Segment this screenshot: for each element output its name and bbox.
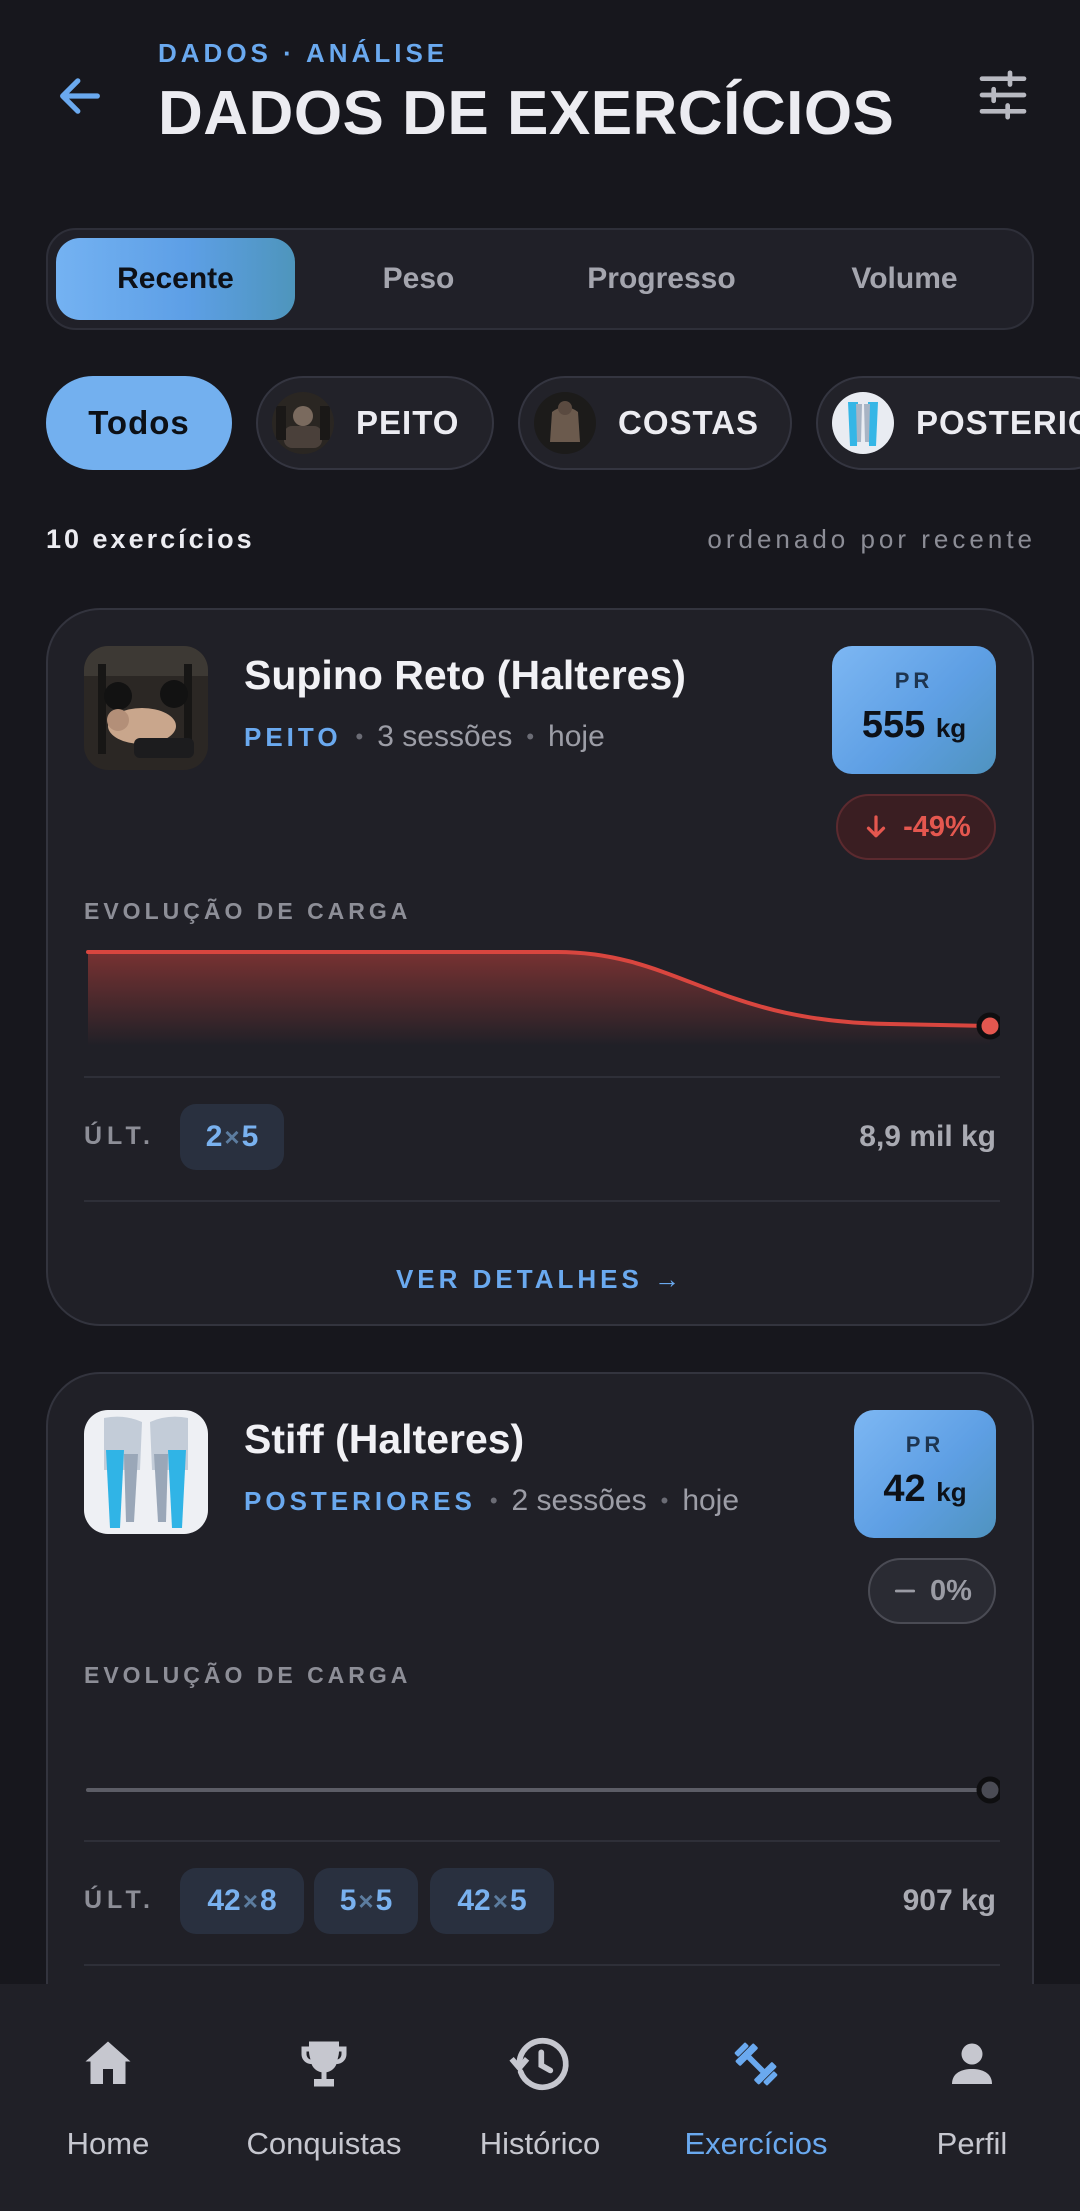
change-badge: -49% [836, 794, 996, 860]
set-chip: 2 × 5 [180, 1104, 284, 1170]
exercise-last-date: hoje [682, 1484, 740, 1517]
last-sets-label: ÚLT. [84, 1886, 155, 1914]
exercise-card[interactable]: Supino Reto (Halteres) PEITO • 3 sessões… [46, 608, 1034, 1326]
arrow-down-icon [867, 815, 886, 838]
exercise-count: 10 exercícios [46, 524, 255, 554]
nav-exercicios[interactable]: Exercícios [648, 1984, 864, 2211]
dumbbell-icon [724, 2032, 788, 2096]
nav-label: Conquistas [246, 2126, 402, 2161]
pr-value: 555 kg [861, 704, 967, 746]
chip-posteriores[interactable]: POSTERIORES [816, 376, 1080, 470]
arrow-left-icon [60, 78, 100, 114]
tab-recente[interactable]: Recente [56, 238, 295, 320]
load-chart [86, 950, 1000, 1046]
dash-icon [894, 1589, 916, 1593]
chart-label: EVOLUÇÃO DE CARGA [84, 898, 412, 924]
nav-label: Home [66, 2126, 150, 2161]
view-details-link[interactable]: VER DETALHES → [48, 1264, 1032, 1295]
chip-todos[interactable]: Todos [46, 376, 232, 470]
back-thumbnail [534, 392, 596, 454]
trophy-icon [292, 2032, 356, 2096]
exercise-name: Stiff (Halteres) [244, 1416, 525, 1462]
tab-peso[interactable]: Peso [299, 238, 538, 320]
load-chart [86, 1776, 1000, 1804]
exercise-category: PEITO [244, 721, 342, 752]
divider [84, 1200, 1000, 1202]
divider [84, 1840, 1000, 1842]
nav-conquistas[interactable]: Conquistas [216, 1984, 432, 2211]
divider [84, 1076, 1000, 1078]
nav-perfil[interactable]: Perfil [864, 1984, 1080, 2211]
exercise-last-date: hoje [548, 720, 605, 753]
last-sets-label: ÚLT. [84, 1122, 155, 1150]
chart-last-point [976, 1012, 1000, 1040]
meta-separator: • [489, 1488, 498, 1513]
category-filter: Todos PEITO COSTAS POSTERIORES [46, 376, 1080, 472]
person-icon [940, 2032, 1004, 2096]
chart-label: EVOLUÇÃO DE CARGA [84, 1662, 412, 1688]
change-value: 0% [930, 1574, 972, 1607]
exercise-name: Supino Reto (Halteres) [244, 652, 686, 698]
back-button[interactable] [48, 64, 112, 128]
meta-separator: • [355, 724, 364, 749]
exercise-thumbnail [84, 1410, 208, 1534]
nav-historico[interactable]: Histórico [432, 1984, 648, 2211]
chip-label: COSTAS [618, 404, 760, 441]
app-header: DADOS · ANÁLISE DADOS DE EXERCÍCIOS [0, 0, 1080, 180]
exercise-category: POSTERIORES [244, 1485, 476, 1516]
pr-badge: PR 555 kg [832, 646, 996, 774]
chart-last-point [976, 1776, 1000, 1804]
sort-indicator: ordenado por recente [707, 524, 1036, 554]
bottom-navigation: Home Conquistas Histórico Exercícios Per… [0, 1984, 1080, 2211]
total-volume: 8,9 mil kg [859, 1120, 996, 1153]
chip-peito[interactable]: PEITO [256, 376, 494, 470]
pr-value: 42 kg [883, 1468, 967, 1510]
sliders-icon [979, 70, 1027, 120]
exercise-sessions: 3 sessões [377, 720, 513, 753]
set-chip: 5 × 5 [314, 1868, 418, 1934]
hamstring-thumbnail [832, 392, 894, 454]
chip-label: Todos [88, 404, 190, 441]
sort-tabs: Recente Peso Progresso Volume [46, 228, 1034, 330]
pr-label: PR [894, 668, 934, 693]
exercise-meta: POSTERIORES • 2 sessões • hoje [244, 1484, 739, 1518]
header-eyebrow: DADOS · ANÁLISE [158, 38, 449, 68]
chart-area [88, 952, 990, 1046]
chip-label: POSTERIORES [916, 404, 1080, 441]
tab-volume[interactable]: Volume [785, 238, 1024, 320]
exercise-meta: PEITO • 3 sessões • hoje [244, 720, 605, 754]
nav-label: Histórico [479, 2126, 601, 2161]
divider [84, 1964, 1000, 1966]
filter-button[interactable] [968, 62, 1038, 128]
meta-separator: • [660, 1488, 669, 1513]
nav-label: Exercícios [684, 2126, 828, 2161]
change-value: -49% [903, 810, 971, 843]
home-icon [76, 2032, 140, 2096]
set-chip: 42 × 8 [180, 1868, 304, 1934]
tab-progresso[interactable]: Progresso [542, 238, 781, 320]
history-icon [508, 2032, 572, 2096]
exercise-sessions: 2 sessões [511, 1484, 647, 1517]
change-badge: 0% [868, 1558, 996, 1624]
meta-separator: • [526, 724, 535, 749]
chest-thumbnail [272, 392, 334, 454]
set-chip: 42 × 5 [430, 1868, 554, 1934]
chip-costas[interactable]: COSTAS [518, 376, 792, 470]
chip-label: PEITO [356, 404, 460, 441]
exercise-thumbnail [84, 646, 208, 770]
nav-home[interactable]: Home [0, 1984, 216, 2211]
nav-label: Perfil [936, 2126, 1008, 2161]
page-title: DADOS DE EXERCÍCIOS [158, 79, 895, 148]
pr-badge: PR 42 kg [854, 1410, 996, 1538]
pr-label: PR [905, 1432, 945, 1457]
total-volume: 907 kg [902, 1884, 996, 1917]
